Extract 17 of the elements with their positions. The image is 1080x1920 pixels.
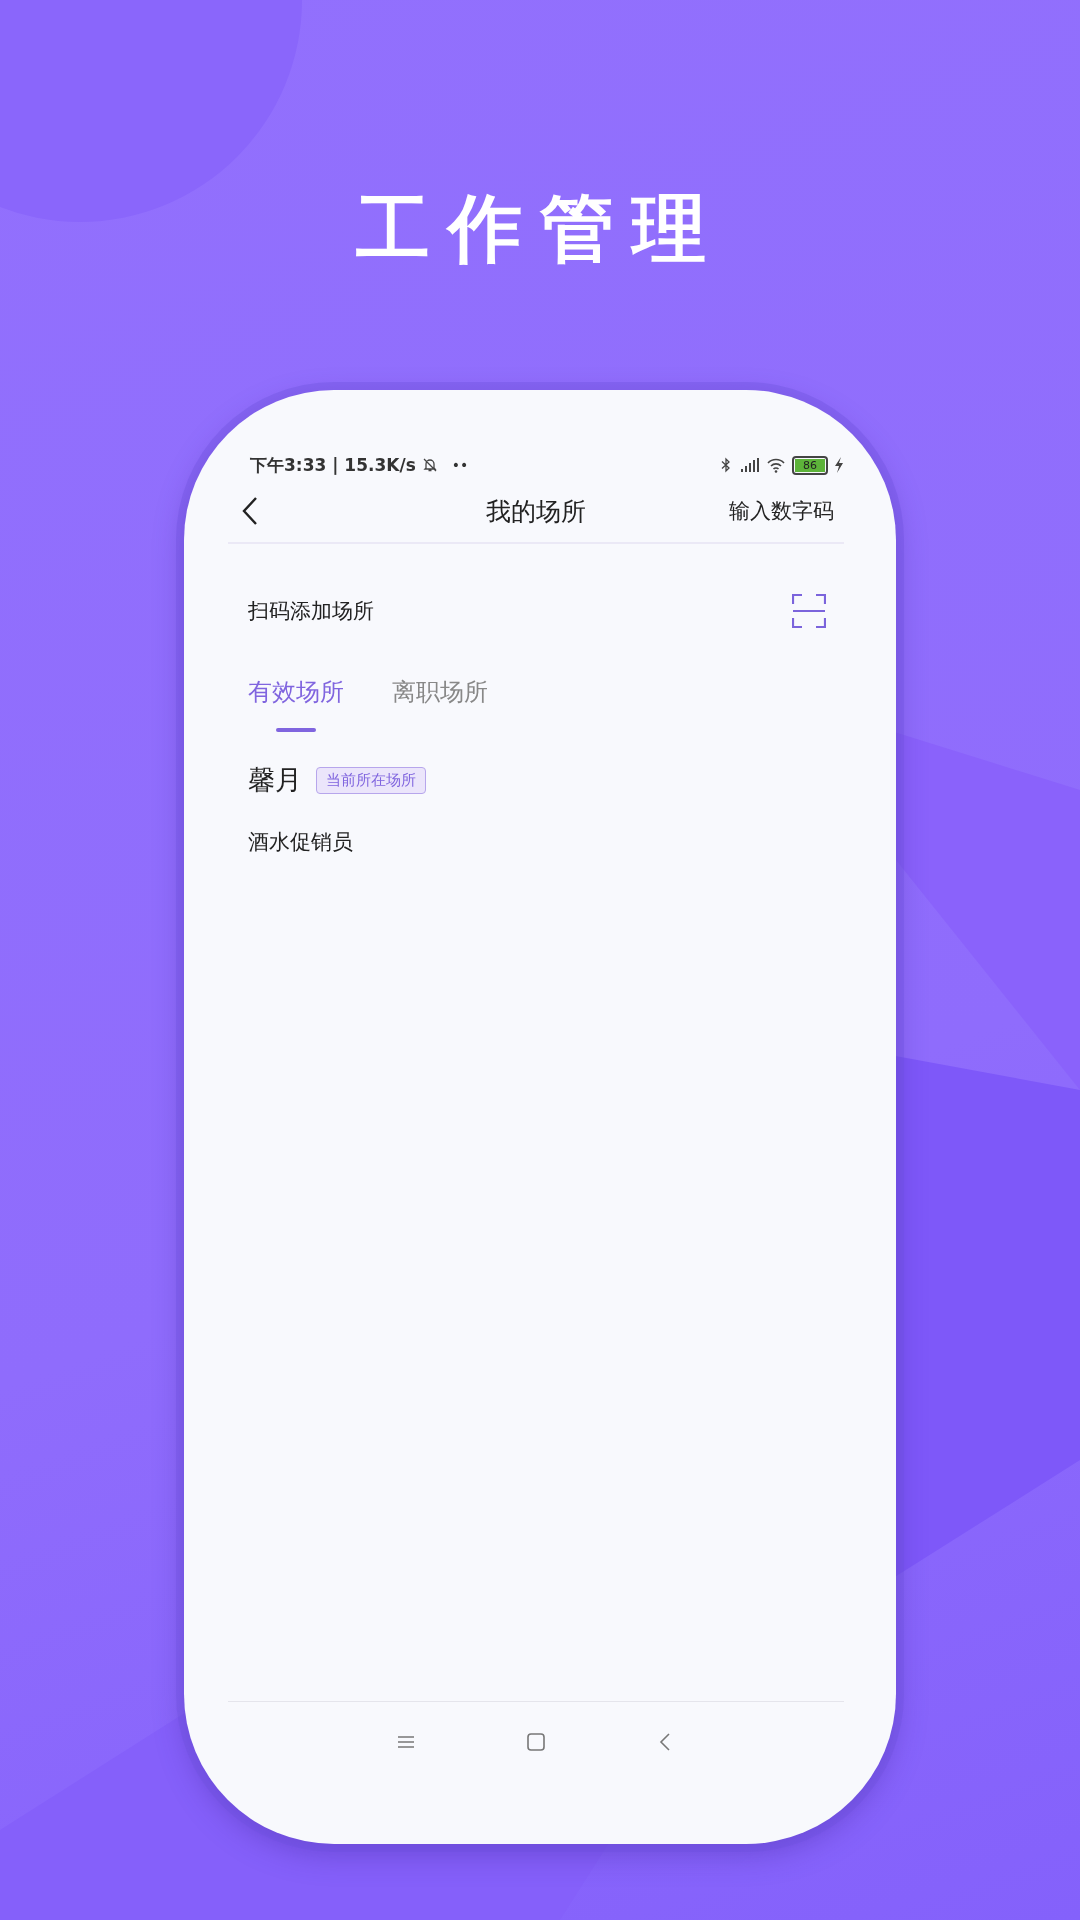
signal-icon xyxy=(740,457,760,473)
venue-role: 酒水促销员 xyxy=(248,829,354,856)
venue-name: 馨月 xyxy=(248,763,302,797)
battery-icon: 86 xyxy=(792,455,828,475)
bell-off-icon xyxy=(421,457,438,473)
wifi-icon xyxy=(766,457,786,473)
tab[interactable]: 有效场所 xyxy=(248,676,344,732)
status-time: 下午3:33 | 15.3K/s xyxy=(250,453,416,477)
page-headline: 工作管理 xyxy=(356,184,724,273)
scan-add-label[interactable]: 扫码添加场所 xyxy=(248,597,374,625)
screen-title: 我的场所 xyxy=(486,495,586,528)
scan-icon[interactable] xyxy=(792,594,826,628)
status-dots: •• xyxy=(451,457,469,473)
home-icon[interactable] xyxy=(526,1732,546,1752)
bolt-icon xyxy=(834,457,844,473)
current-venue-badge: 当前所在场所 xyxy=(316,766,426,794)
enter-code-link[interactable]: 输入数字码 xyxy=(729,497,844,525)
